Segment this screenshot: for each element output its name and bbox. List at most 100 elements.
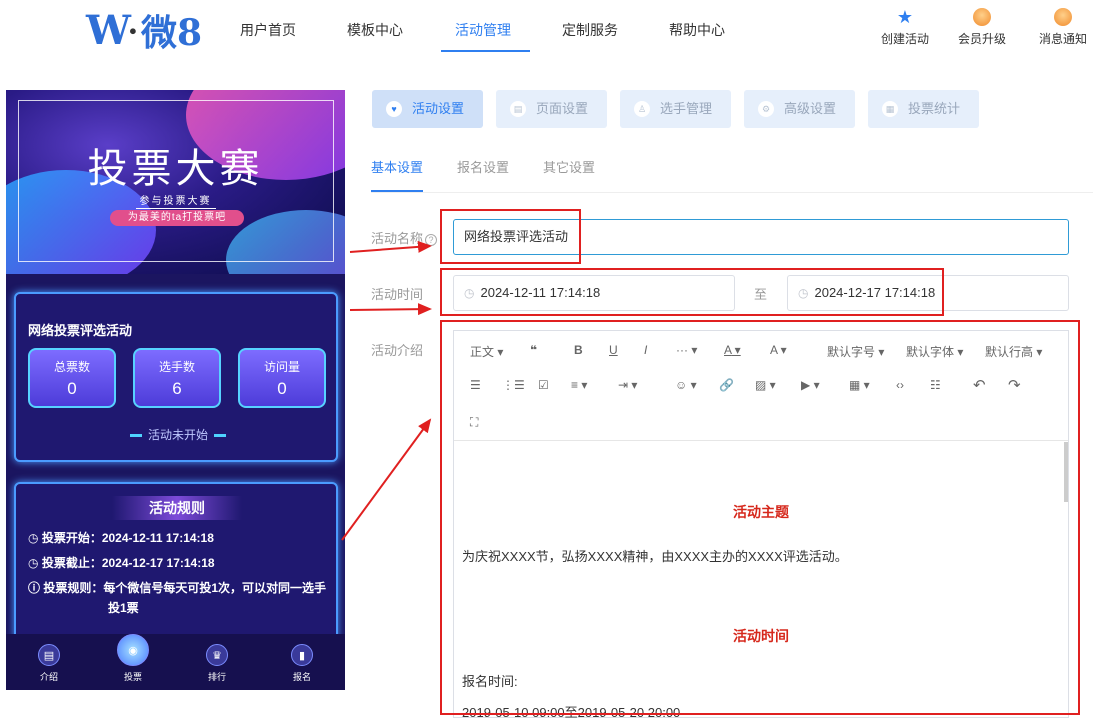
redo-icon[interactable]: ↷ [1008,376,1021,394]
banner-title: 投票大赛 [87,146,264,192]
member-upgrade-label: 会员升级 [957,32,1006,46]
tab-label: 排行 [207,672,226,682]
tab-intro[interactable]: ▤ 介绍 [19,644,79,683]
tb-text: ≡ [571,378,579,392]
todo-icon[interactable]: ☑ [538,378,549,392]
stat-value: 0 [67,379,77,398]
tab-label: 高级设置 [784,101,837,116]
content-paragraph: 报名时间: [462,674,518,689]
table-icon[interactable]: ▦ ▾ [849,378,870,392]
nav-template-center[interactable]: 模板中心 [347,20,403,40]
member-upgrade-button[interactable]: 会员升级 [952,8,1012,47]
intro-icon: ▤ [38,644,60,666]
font-family-select[interactable]: 默认字体 ▾ [906,343,963,360]
italic-icon[interactable]: I [644,343,647,357]
tab-advanced-settings[interactable]: ⚙ 高级设置 [744,90,855,128]
subtab-other-settings[interactable]: 其它设置 [543,157,595,176]
tab-label: 投票统计 [908,101,961,116]
tab-signup[interactable]: ▮ 报名 [272,644,332,683]
nav-custom-service[interactable]: 定制服务 [562,20,618,40]
paragraph-format-select[interactable]: 正文 ▾ [470,343,503,360]
tb-text: ⇥ [618,378,629,392]
notification-button[interactable]: 消息通知 [1033,8,1093,47]
phone-preview: 投票大赛 参与投票大赛 为最美的ta打投票吧 网络投票评选活动 总票数 0 选手… [6,90,345,690]
end-time-value: 2024-12-17 17:14:18 [814,285,936,300]
logo[interactable]: W ● 微8 [86,6,202,55]
stat-total-votes: 总票数 0 [28,348,116,408]
tb-text: A [770,343,778,357]
divider-icon[interactable]: ☷ [930,378,941,392]
line-height-select[interactable]: 默认行高 ▾ [985,343,1042,360]
rule-text: 投票开始：2024-12-11 17:14:18 [41,531,214,545]
bold-icon[interactable]: B [574,343,583,357]
tab-label: 介绍 [39,672,58,682]
rule-line: 投1票 [108,601,139,615]
subtab-signup-settings[interactable]: 报名设置 [457,157,509,176]
subtab-basic-settings[interactable]: 基本设置 [371,157,423,176]
tab-label: 活动设置 [412,101,465,116]
stat-label: 选手数 [158,360,195,374]
activity-name-label: 活动名称? [371,228,438,247]
underline-icon[interactable]: U [609,343,618,357]
undo-icon[interactable]: ↶ [973,376,986,394]
more-icon[interactable]: ··· ▾ [676,343,697,357]
user-icon: ♙ [634,101,650,117]
tab-vote-statistics[interactable]: ▦ 投票统计 [868,90,979,128]
rules-title: 活动规则 [112,496,242,520]
stat-value: 6 [172,379,182,398]
stat-value: 0 [277,379,287,398]
activity-title: 网络投票评选活动 [28,323,133,338]
end-time-input[interactable]: ◷ 2024-12-17 17:14:18 [787,275,1069,311]
tb-text: 正文 [470,345,495,359]
font-color-icon[interactable]: A ▾ [724,343,741,357]
background-color-icon[interactable]: A ▾ [770,343,787,357]
tab-label: 页面设置 [536,101,589,116]
member-upgrade-icon [973,8,991,26]
help-icon[interactable]: ? [425,234,438,246]
tb-text: ··· [676,343,688,357]
fullscreen-icon[interactable]: ⛶ [470,415,478,430]
banner-pill: 为最美的ta打投票吧 [110,210,244,226]
video-icon[interactable]: ▶ ▾ [801,378,820,392]
image-icon[interactable]: ▨ ▾ [755,378,776,392]
nav-help-center[interactable]: 帮助中心 [669,20,725,40]
tb-text: ☺ [675,378,688,392]
signup-icon: ▮ [291,644,313,666]
subtab-active-underline [371,190,423,192]
tab-activity-settings[interactable]: ♥ 活动设置 [372,90,483,128]
numbered-list-icon[interactable]: ⋮☰ [502,378,525,392]
activity-time-label: 活动时间 [371,287,424,302]
phone-tabbar: ▤ 介绍 ◉ 投票 ♛ 排行 ▮ 报名 [6,634,345,690]
font-size-select[interactable]: 默认字号 ▾ [827,343,884,360]
nav-activity-management[interactable]: 活动管理 [455,20,511,40]
create-activity-icon: ★ [896,7,914,27]
tb-text: 默认字号 [827,345,876,359]
emoji-icon[interactable]: ☺ ▾ [675,378,697,392]
tab-contestant-management[interactable]: ♙ 选手管理 [620,90,731,128]
tab-vote[interactable]: ◉ 投票 [103,634,163,683]
create-activity-button[interactable]: ★ 创建活动 [875,8,935,47]
advanced-icon: ⚙ [758,101,774,117]
subtab-divider [371,192,1093,193]
tab-page-settings[interactable]: ▤ 页面设置 [496,90,607,128]
nav-user-home[interactable]: 用户首页 [240,20,296,40]
align-icon[interactable]: ≡ ▾ [571,378,587,392]
start-time-input[interactable]: ◷ 2024-12-11 17:14:18 [453,275,735,311]
logo-text: 微8 [140,12,203,54]
stats-icon: ▦ [882,101,898,117]
rich-text-editor: 正文 ▾ ❝ B U I ··· ▾ A ▾ A ▾ 默认字号 ▾ 默认字体 ▾… [453,330,1069,718]
rule-line: ◷ 投票开始：2024-12-11 17:14:18 [28,531,214,545]
indent-icon[interactable]: ⇥ ▾ [618,378,637,392]
logo-mark: W [86,6,131,54]
tb-text: 默认行高 [985,345,1034,359]
stat-visits: 访问量 0 [238,348,326,408]
activity-name-input[interactable]: 网络投票评选活动 [453,219,1069,255]
editor-content[interactable]: 活动主题 为庆祝XXXX节，弘扬XXXX精神，由XXXX主办的XXXX评选活动。… [454,442,1068,718]
bullet-list-icon[interactable]: ☰ [470,378,481,392]
editor-scrollbar[interactable] [1064,442,1068,502]
code-icon[interactable]: ‹› [896,378,904,392]
page-icon: ▤ [510,101,526,117]
quote-icon[interactable]: ❝ [530,343,537,357]
link-icon[interactable]: 🔗 [719,378,734,392]
tab-ranking[interactable]: ♛ 排行 [187,644,247,683]
